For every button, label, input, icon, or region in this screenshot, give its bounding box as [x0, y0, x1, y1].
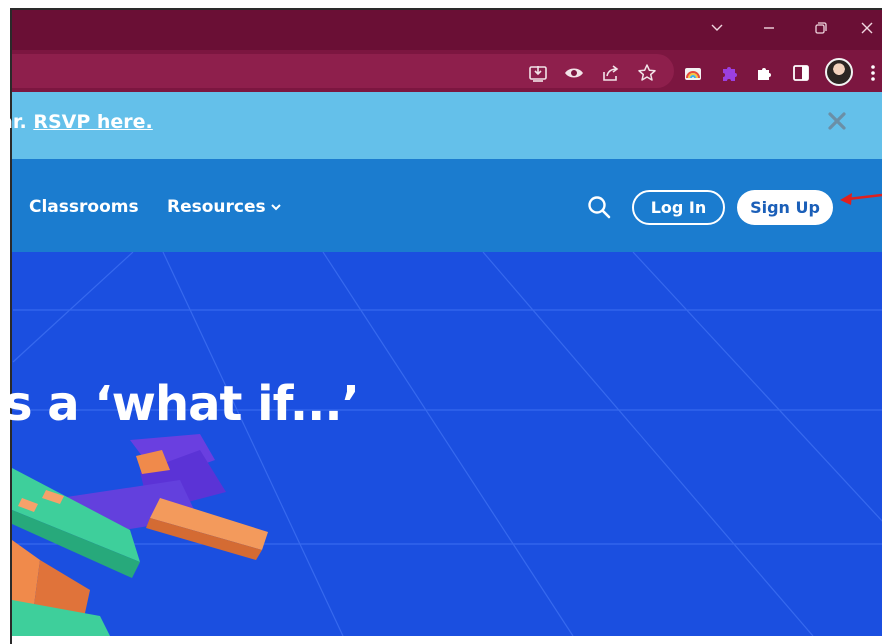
install-app-icon[interactable] [525, 60, 551, 86]
nav-item-label: Classrooms [29, 197, 139, 217]
side-panel-icon[interactable] [788, 60, 814, 86]
share-icon[interactable] [597, 60, 623, 86]
annotation-arrow [840, 193, 882, 205]
eye-icon[interactable] [561, 60, 587, 86]
rsvp-link[interactable]: RSVP here. [33, 111, 152, 133]
close-icon[interactable] [826, 110, 848, 132]
nav-item-resources[interactable]: Resources [167, 197, 282, 217]
nav-item-classrooms[interactable]: Classrooms [29, 197, 139, 217]
nav-item-label: Resources [167, 197, 266, 217]
menu-kebab-icon[interactable] [864, 60, 882, 86]
search-icon[interactable] [586, 194, 612, 220]
sign-up-button[interactable]: Sign Up [737, 190, 833, 225]
airplane-illustration [12, 434, 268, 636]
close-icon[interactable] [850, 10, 882, 46]
extensions-icon[interactable] [752, 60, 778, 86]
bookmark-star-icon[interactable] [634, 60, 660, 86]
log-in-button[interactable]: Log In [632, 190, 725, 225]
banner-prefix-text: ar. [0, 111, 27, 133]
extension-puzzle-purple-icon[interactable] [716, 60, 742, 86]
extension-rainbow-icon[interactable] [680, 60, 706, 86]
profile-avatar[interactable] [825, 58, 853, 86]
chevron-down-icon[interactable] [694, 10, 740, 46]
banner-message: ar. RSVP here. [0, 111, 153, 133]
minimize-icon[interactable] [746, 10, 792, 46]
restore-icon[interactable] [798, 10, 844, 46]
chevron-down-icon [270, 204, 281, 211]
